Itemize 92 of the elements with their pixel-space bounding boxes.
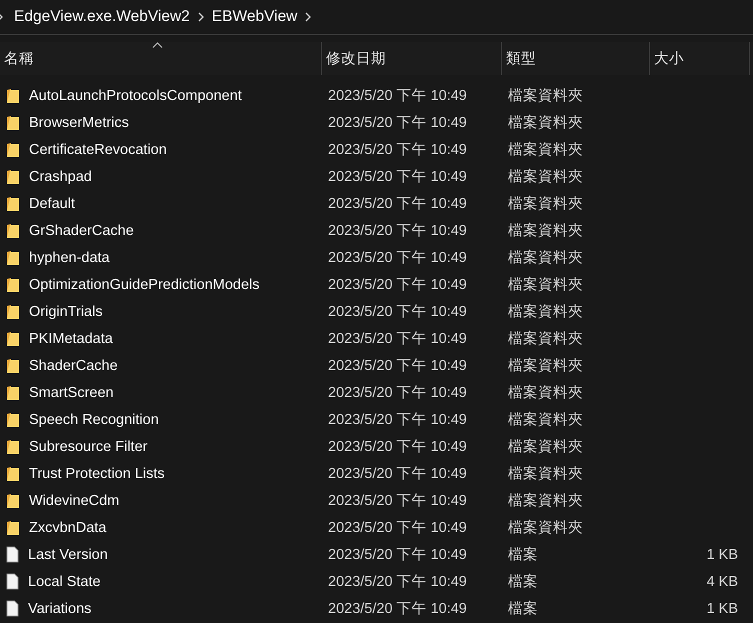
file-name[interactable]: Local State	[28, 574, 101, 590]
file-size: 4 KB	[706, 574, 738, 590]
file-type: 檔案資料夾	[508, 466, 583, 482]
modified-date: 2023/5/20 下午 10:49	[328, 601, 467, 617]
file-name[interactable]: Crashpad	[29, 168, 92, 184]
folder-icon	[6, 520, 20, 536]
file-name[interactable]: hyphen-data	[29, 250, 110, 266]
folder-icon	[6, 438, 20, 454]
modified-date: 2023/5/20 下午 10:49	[328, 331, 467, 347]
modified-date: 2023/5/20 下午 10:49	[328, 385, 467, 401]
file-type: 檔案資料夾	[508, 142, 583, 158]
modified-date: 2023/5/20 下午 10:49	[328, 223, 467, 239]
modified-date: 2023/5/20 下午 10:49	[328, 250, 467, 266]
folder-icon	[6, 492, 20, 508]
column-header[interactable]: 修改日期	[322, 42, 502, 75]
file-name[interactable]: AutoLaunchProtocolsComponent	[29, 88, 242, 104]
file-type: 檔案資料夾	[508, 439, 583, 455]
folder-icon	[6, 304, 20, 320]
file-name[interactable]: Variations	[28, 600, 92, 616]
modified-date: 2023/5/20 下午 10:49	[328, 142, 467, 158]
file-type: 檔案資料夾	[508, 169, 583, 185]
folder-icon	[6, 142, 20, 158]
file-name[interactable]: GrShaderCache	[29, 222, 134, 238]
chevron-icon[interactable]	[305, 12, 312, 22]
folder-icon	[6, 250, 20, 266]
file-type: 檔案	[508, 574, 538, 590]
file-name[interactable]: WidevineCdm	[29, 492, 120, 508]
folder-icon	[6, 114, 20, 130]
folder-icon	[6, 168, 20, 184]
file-name[interactable]: Default	[29, 196, 75, 212]
file-icon	[6, 546, 19, 563]
modified-date: 2023/5/20 下午 10:49	[328, 169, 467, 185]
file-name[interactable]: OriginTrials	[29, 304, 103, 320]
modified-date: 2023/5/20 下午 10:49	[328, 493, 467, 509]
file-icon	[6, 600, 19, 617]
file-type: 檔案資料夾	[508, 196, 583, 212]
file-type: 檔案資料夾	[508, 493, 583, 509]
column-header[interactable]: 大小	[650, 42, 750, 75]
file-name[interactable]: BrowserMetrics	[29, 114, 129, 130]
file-type: 檔案	[508, 547, 538, 563]
folder-icon	[6, 222, 20, 238]
file-name[interactable]: Last Version	[28, 546, 108, 562]
modified-date: 2023/5/20 下午 10:49	[328, 304, 467, 320]
file-type: 檔案資料夾	[508, 331, 583, 347]
file-size: 1 KB	[706, 546, 738, 562]
modified-date: 2023/5/20 下午 10:49	[328, 412, 467, 428]
file-name[interactable]: ShaderCache	[29, 358, 118, 374]
file-type: 檔案資料夾	[508, 520, 583, 536]
file-type: 檔案資料夾	[508, 88, 583, 104]
folder-icon	[6, 412, 20, 428]
folder-icon	[6, 276, 20, 292]
chevron-icon[interactable]	[198, 12, 204, 22]
column-header[interactable]: 類型	[502, 42, 650, 75]
file-name[interactable]: SmartScreen	[29, 384, 114, 400]
modified-date: 2023/5/20 下午 10:49	[328, 547, 467, 563]
file-type: 檔案資料夾	[508, 358, 583, 374]
file-name[interactable]: ZxcvbnData	[29, 520, 106, 536]
modified-date: 2023/5/20 下午 10:49	[328, 439, 467, 455]
file-name[interactable]: Subresource Filter	[29, 438, 148, 454]
file-name[interactable]: Trust Protection Lists	[29, 466, 165, 482]
file-icon	[6, 573, 19, 590]
breadcrumb-item[interactable]: EBWebView	[212, 8, 298, 26]
file-type: 檔案	[508, 601, 538, 617]
folder-icon	[6, 88, 20, 104]
modified-date: 2023/5/20 下午 10:49	[328, 358, 467, 374]
modified-date: 2023/5/20 下午 10:49	[328, 574, 467, 590]
breadcrumb-item[interactable]: EdgeView.exe.WebView2	[14, 8, 190, 26]
file-name[interactable]: Speech Recognition	[29, 412, 159, 428]
file-type: 檔案資料夾	[508, 115, 583, 131]
file-type: 檔案資料夾	[508, 385, 583, 401]
folder-icon	[6, 330, 20, 346]
folder-icon	[6, 466, 20, 482]
file-type: 檔案資料夾	[508, 412, 583, 428]
file-type: 檔案資料夾	[508, 223, 583, 239]
modified-date: 2023/5/20 下午 10:49	[328, 88, 467, 104]
file-type: 檔案資料夾	[508, 250, 583, 266]
modified-date: 2023/5/20 下午 10:49	[328, 277, 467, 293]
column-header[interactable]: 名稱	[0, 42, 322, 75]
folder-icon	[6, 196, 20, 212]
file-name[interactable]: CertificateRevocation	[29, 142, 167, 158]
modified-date: 2023/5/20 下午 10:49	[328, 115, 467, 131]
modified-date: 2023/5/20 下午 10:49	[328, 466, 467, 482]
file-type: 檔案資料夾	[508, 304, 583, 320]
file-type: 檔案資料夾	[508, 277, 583, 293]
file-size: 1 KB	[706, 600, 738, 616]
folder-icon	[6, 384, 20, 400]
folder-icon	[6, 358, 20, 374]
modified-date: 2023/5/20 下午 10:49	[328, 196, 467, 212]
sort-ascending-icon	[152, 42, 162, 48]
file-name[interactable]: OptimizationGuidePredictionModels	[29, 276, 260, 292]
file-name[interactable]: PKIMetadata	[29, 330, 113, 346]
modified-date: 2023/5/20 下午 10:49	[328, 520, 467, 536]
